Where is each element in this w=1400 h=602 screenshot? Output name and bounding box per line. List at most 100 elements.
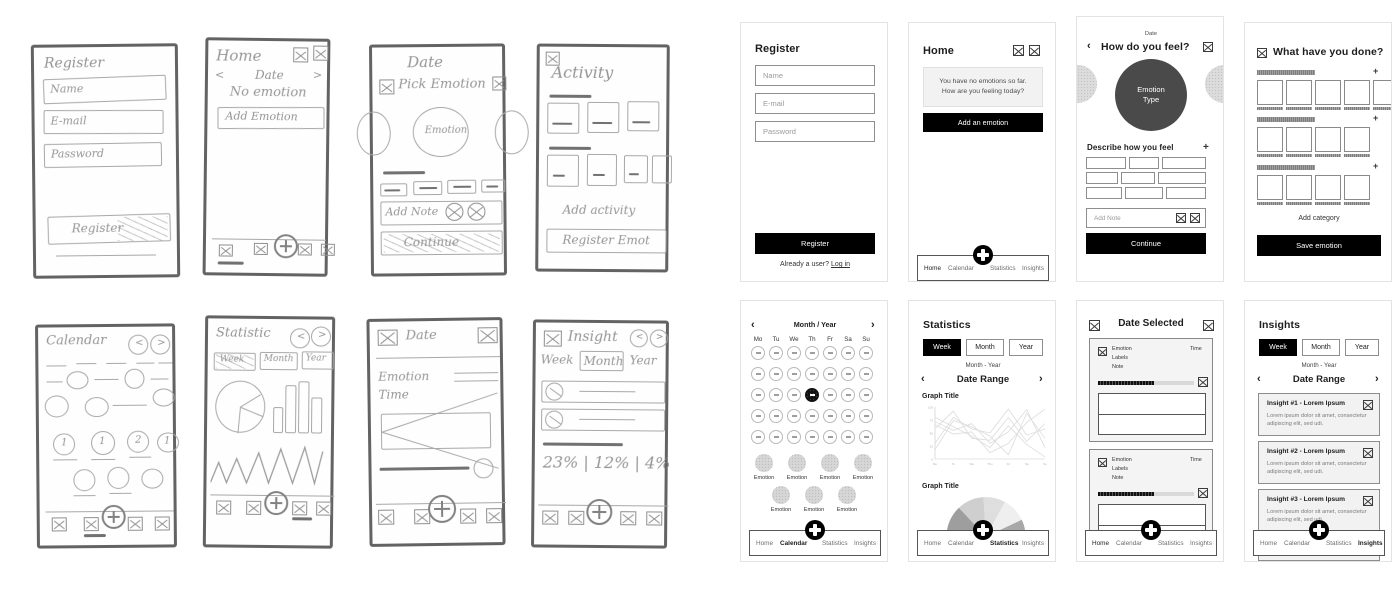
activity-item[interactable] [1286,175,1312,200]
nav-insights[interactable]: Insights [1190,540,1212,547]
sketch-play-button[interactable] [473,458,494,479]
calendar-day[interactable] [787,346,801,360]
calendar-day[interactable] [859,367,873,381]
expand-icon[interactable] [1363,496,1373,506]
add-category-button[interactable]: Add category [1245,215,1391,222]
nav-statistics[interactable]: Statistics [1158,540,1184,547]
nav-statistics[interactable]: Statistics [990,265,1016,272]
audio-progress[interactable] [1098,492,1194,496]
login-link[interactable]: Log in [831,261,850,268]
audio-progress[interactable] [1098,381,1194,385]
calendar-day[interactable] [769,388,783,402]
calendar-day[interactable] [787,367,801,381]
calendar-day[interactable] [769,430,783,444]
activity-item[interactable] [1373,80,1391,105]
calendar-day[interactable] [751,409,765,423]
calendar-icon[interactable] [83,517,99,532]
save-emotion-button[interactable]: Save emotion [1257,235,1381,256]
statistics-icon[interactable] [127,516,143,531]
home-icon[interactable] [378,509,395,525]
sketch-tab-week[interactable]: Week [541,352,574,366]
calendar-day[interactable] [859,388,873,402]
add-icon[interactable] [1141,520,1161,540]
home-icon[interactable] [51,517,67,532]
calendar-day[interactable] [841,346,855,360]
calendar-icon[interactable] [253,242,268,256]
nav-home[interactable]: Home [924,265,941,272]
nav-calendar[interactable]: Calendar [1116,540,1142,547]
calendar-day[interactable] [805,367,819,381]
calendar-day[interactable] [787,430,801,444]
tab-year[interactable]: Year [1009,339,1043,356]
activity-item[interactable] [1344,127,1370,152]
add-note-field[interactable]: Add Note [1086,208,1206,228]
tab-week[interactable]: Week [1259,339,1297,356]
nav-calendar[interactable]: Calendar [1284,540,1310,547]
tab-month[interactable]: Month [966,339,1004,356]
calendar-day[interactable] [823,430,837,444]
activity-item[interactable] [1315,127,1341,152]
calendar-day[interactable] [859,346,873,360]
label-chip[interactable] [1086,157,1126,169]
nav-insights[interactable]: Insights [1022,540,1044,547]
calendar-day[interactable] [805,346,819,360]
range-next-button[interactable]: › [1375,373,1379,385]
insights-icon[interactable] [316,501,332,516]
add-icon[interactable] [973,245,993,265]
sketch-add-activity-label[interactable]: Add activity [563,203,636,218]
sketch-next[interactable]: > [313,69,322,82]
emotion-dot[interactable] [805,486,823,504]
calendar-day[interactable] [805,409,819,423]
tab-month[interactable]: Month [1302,339,1340,356]
calendar-icon[interactable] [246,500,262,515]
statistics-icon[interactable] [292,501,308,516]
activity-item[interactable] [1315,80,1341,105]
emotion-dot[interactable] [821,454,839,472]
calendar-icon[interactable] [293,47,309,63]
calendar-day[interactable] [751,346,765,360]
add-item-button[interactable]: + [1373,66,1378,76]
nav-statistics[interactable]: Statistics [990,540,1018,547]
nav-calendar[interactable]: Calendar [948,540,974,547]
nav-home[interactable]: Home [756,540,773,547]
add-describe-button[interactable]: + [1203,142,1209,153]
calendar-day[interactable] [751,367,765,381]
emotion-dot[interactable] [854,454,872,472]
close-icon[interactable] [1203,42,1213,52]
insight-card[interactable]: Insight #2 - Lorem Ipsum Lorem ipsum dol… [1258,441,1380,484]
email-field[interactable]: E-mail [755,93,875,114]
calendar-day[interactable] [787,409,801,423]
emotion-dot[interactable] [838,486,856,504]
label-chip[interactable] [1166,187,1206,199]
emotion-next-circle[interactable] [1205,65,1223,103]
nav-calendar[interactable]: Calendar [948,265,974,272]
calendar-day[interactable] [787,388,801,402]
add-icon[interactable] [973,520,993,540]
nav-home[interactable]: Home [924,540,941,547]
camera-icon[interactable] [445,202,464,221]
calendar-day[interactable] [751,388,765,402]
calendar-day[interactable] [769,367,783,381]
home-icon[interactable] [216,500,232,515]
profile-icon[interactable] [1029,45,1040,56]
label-chip[interactable] [1162,157,1206,169]
emotion-dot[interactable] [772,486,790,504]
calendar-day[interactable] [823,409,837,423]
back-button[interactable]: ‹ [1087,40,1091,52]
continue-button[interactable]: Continue [1086,233,1206,254]
label-chip[interactable] [1125,187,1163,199]
calendar-day[interactable] [841,430,855,444]
add-icon[interactable] [586,498,613,526]
emotion-dot[interactable] [755,454,773,472]
insight-card[interactable]: Insight #1 - Lorem Ipsum Lorem ipsum dol… [1258,393,1380,436]
back-icon[interactable] [1257,48,1267,58]
register-submit-button[interactable]: Register [755,233,875,254]
emotion-card[interactable]: Emotion Labels Note Time [1089,338,1213,442]
calendar-day[interactable] [769,409,783,423]
calendar-day[interactable] [823,388,837,402]
activity-item[interactable] [1344,80,1370,105]
nav-insights[interactable]: Insights [1022,265,1044,272]
home-icon[interactable] [542,510,559,525]
label-chip[interactable] [1086,187,1122,199]
activity-item[interactable] [1257,127,1283,152]
